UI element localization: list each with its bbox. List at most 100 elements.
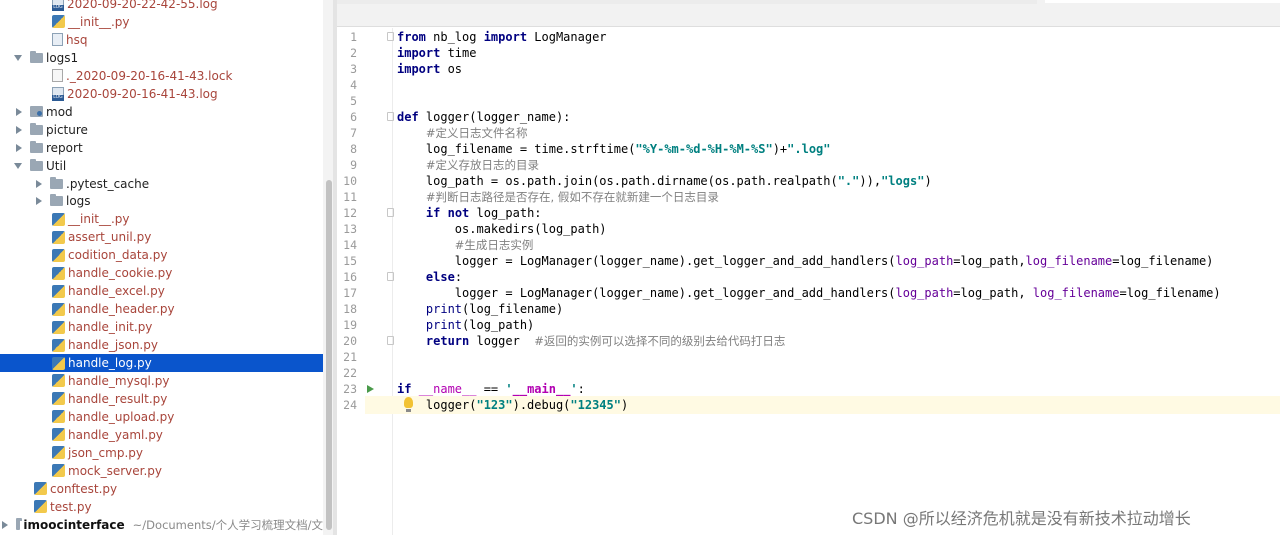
lightbulb-icon[interactable] <box>404 397 413 412</box>
project-tree: 2020-09-20-22-42-55.log__init__.pyhsqlog… <box>0 0 333 535</box>
code-line[interactable]: logger = LogManager(logger_name).get_log… <box>397 253 1214 269</box>
tree-item-label: handle_cookie.py <box>68 266 173 281</box>
tree-item[interactable]: handle_header.py <box>0 300 323 318</box>
code-line[interactable]: return logger #返回的实例可以选择不同的级别去给代码打日志 <box>397 333 786 349</box>
tree-item[interactable]: ._2020-09-20-16-41-43.lock <box>0 67 323 85</box>
code-line[interactable]: from nb_log import LogManager <box>397 29 607 45</box>
line-number: 18 <box>343 302 357 316</box>
code-line[interactable]: os.makedirs(log_path) <box>397 221 607 237</box>
line-number: 16 <box>343 270 357 284</box>
tree-item[interactable]: mock_server.py <box>0 462 323 480</box>
line-number: 22 <box>343 366 357 380</box>
tree-item[interactable]: report <box>0 139 323 157</box>
tree-item-label: handle_init.py <box>68 320 153 335</box>
tree-item[interactable]: json_cmp.py <box>0 444 323 462</box>
code-line[interactable]: import os <box>397 61 462 77</box>
tree-item-label: handle_log.py <box>68 356 152 370</box>
tree-item[interactable]: logs1 <box>0 49 323 67</box>
tree-item[interactable]: .pytest_cache <box>0 175 323 193</box>
code-line[interactable]: #定义日志文件名称 <box>397 125 528 141</box>
tree-item[interactable]: handle_mysql.py <box>0 372 323 390</box>
editor-tab-active[interactable] <box>337 0 1037 4</box>
tree-item-label: test.py <box>50 499 92 514</box>
tree-item[interactable]: Util <box>0 157 323 175</box>
code-line[interactable]: print(log_path) <box>397 317 534 333</box>
fold-marker-icon[interactable] <box>387 112 394 121</box>
tree-item-label: report <box>46 140 83 155</box>
tree-item-label: hsq <box>66 32 88 47</box>
code-line[interactable]: print(log_filename) <box>397 301 563 317</box>
folder-icon <box>50 176 63 189</box>
line-number: 6 <box>350 110 357 124</box>
code-line[interactable]: #判断日志路径是否存在, 假如不存在就新建一个日志目录 <box>397 189 719 205</box>
tree-item[interactable]: __init__.py <box>0 210 323 228</box>
line-number: 20 <box>343 334 357 348</box>
tree-item[interactable]: picture <box>0 121 323 139</box>
tree-item[interactable]: handle_result.py <box>0 390 323 408</box>
python-file-icon <box>52 15 65 29</box>
code-line[interactable]: if not log_path: <box>397 205 542 221</box>
line-number: 19 <box>343 318 357 332</box>
chevron-right-icon[interactable] <box>16 107 22 116</box>
tree-item[interactable]: mod <box>0 103 323 121</box>
fold-marker-icon[interactable] <box>387 32 394 41</box>
chevron-right-icon[interactable] <box>16 125 22 134</box>
tree-item-label: .pytest_cache <box>66 176 150 191</box>
tree-item[interactable]: conftest.py <box>0 480 323 498</box>
python-file-icon <box>52 464 65 478</box>
tree-item[interactable]: test.py <box>0 498 323 516</box>
chevron-right-icon[interactable] <box>36 179 42 188</box>
tree-item[interactable]: handle_cookie.py <box>0 264 323 282</box>
tree-scrollbar-thumb[interactable] <box>326 180 332 530</box>
tree-item[interactable]: handle_log.py <box>0 354 323 372</box>
tree-item-label: handle_mysql.py <box>68 373 170 388</box>
python-file-icon <box>52 320 65 334</box>
tree-item[interactable]: hsq <box>0 31 323 49</box>
code-line[interactable]: #生成日志实例 <box>397 237 534 253</box>
tree-item[interactable]: 2020-09-20-16-41-43.log <box>0 85 323 103</box>
line-number: 15 <box>343 254 357 268</box>
tree-item-label: picture <box>46 122 88 137</box>
tree-item[interactable]: codition_data.py <box>0 246 323 264</box>
python-file-icon <box>52 392 65 406</box>
python-file-icon <box>52 248 65 262</box>
tree-item[interactable]: 2020-09-20-22-42-55.log <box>0 0 323 13</box>
code-line[interactable]: log_filename = time.strftime("%Y-%m-%d-%… <box>397 141 831 157</box>
tree-item[interactable]: __init__.py <box>0 13 323 31</box>
code-line[interactable]: log_path = os.path.join(os.path.dirname(… <box>397 173 932 189</box>
tree-item[interactable]: handle_excel.py <box>0 282 323 300</box>
tree-item-label: mock_server.py <box>68 463 162 478</box>
tree-item-label: handle_yaml.py <box>68 427 163 442</box>
tree-item[interactable]: imoocinterface ~/Documents/个人学习梳理文档/文 <box>0 516 323 534</box>
code-line[interactable]: logger = LogManager(logger_name).get_log… <box>397 285 1221 301</box>
line-number: 21 <box>343 350 357 364</box>
tree-item[interactable]: handle_json.py <box>0 336 323 354</box>
code-line[interactable]: if __name__ == '__main__': <box>397 381 585 397</box>
code-line[interactable]: #定义存放日志的目录 <box>397 157 539 173</box>
tree-item[interactable]: handle_yaml.py <box>0 426 323 444</box>
code-line[interactable]: else: <box>397 269 462 285</box>
chevron-right-icon[interactable] <box>2 520 8 529</box>
tree-item[interactable]: handle_init.py <box>0 318 323 336</box>
code-editor[interactable]: 1 from nb_log import LogManager 2 import ti… <box>337 28 1280 535</box>
tree-item-label: __init__.py <box>68 14 130 29</box>
fold-marker-icon[interactable] <box>387 272 394 281</box>
code-line[interactable]: logger("123").debug("12345") <box>397 397 628 413</box>
fold-marker-icon[interactable] <box>387 336 394 345</box>
chevron-down-icon[interactable] <box>14 54 22 61</box>
tree-item[interactable]: logs <box>0 192 323 210</box>
editor-tab[interactable] <box>1045 0 1280 3</box>
chevron-right-icon[interactable] <box>16 143 22 152</box>
python-file-icon <box>52 338 65 352</box>
tree-item-label: 2020-09-20-22-42-55.log <box>67 0 218 11</box>
code-line[interactable]: import time <box>397 45 476 61</box>
run-icon[interactable] <box>367 385 374 393</box>
chevron-down-icon[interactable] <box>14 162 22 169</box>
code-line[interactable]: def logger(logger_name): <box>397 109 570 125</box>
tree-item[interactable]: handle_upload.py <box>0 408 323 426</box>
chevron-right-icon[interactable] <box>36 197 42 206</box>
fold-marker-icon[interactable] <box>387 208 394 217</box>
python-file-icon <box>52 266 65 280</box>
tree-item[interactable]: assert_unil.py <box>0 228 323 246</box>
python-file-icon <box>34 500 47 514</box>
